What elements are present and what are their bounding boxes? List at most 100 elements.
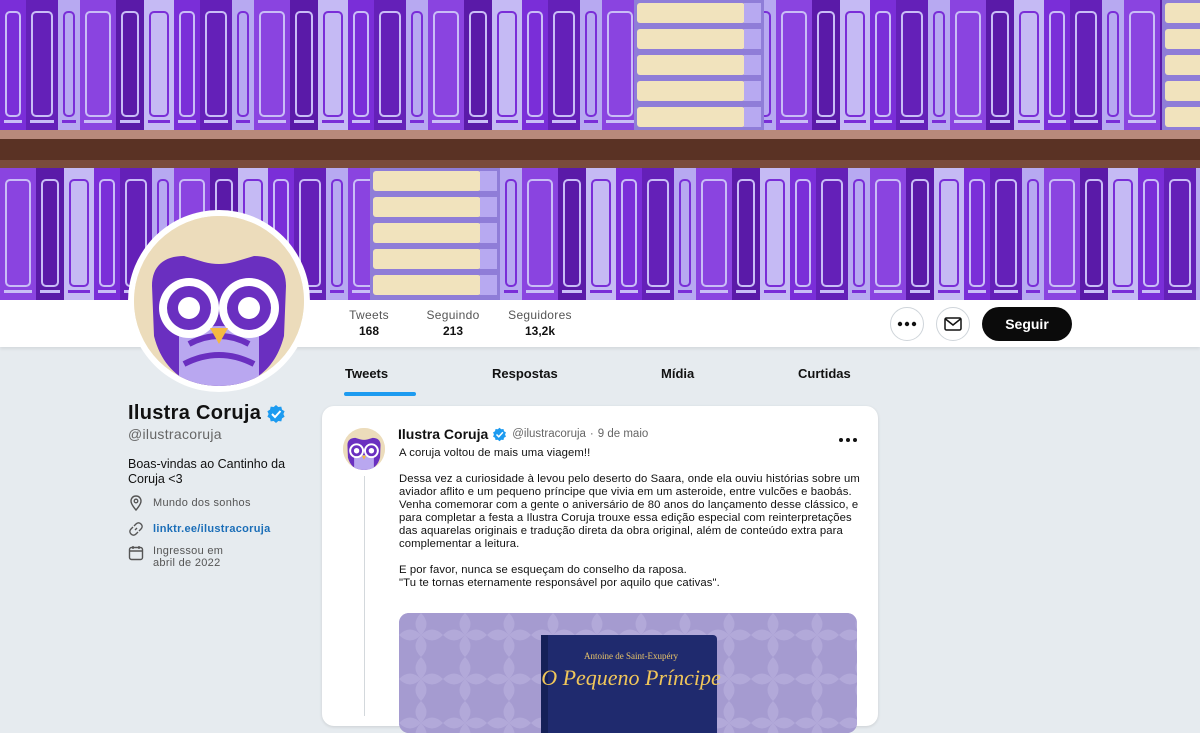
book-spine — [1108, 168, 1138, 300]
profile-link[interactable]: linktr.ee/ilustracoruja — [128, 521, 271, 537]
stat-value: 168 — [358, 324, 380, 338]
avatar[interactable] — [128, 210, 310, 392]
profile-tabs: Tweets Respostas Mídia Curtidas — [322, 352, 878, 396]
stat-label: Seguindo — [426, 308, 480, 322]
book-spine — [432, 120, 460, 123]
tweet-paragraph: A coruja voltou de mais uma viagem!! — [399, 447, 591, 459]
book-spine — [700, 290, 728, 293]
book-spine — [144, 0, 174, 130]
book-spine — [790, 168, 816, 300]
book-spine — [1014, 0, 1044, 130]
book-spine — [1168, 290, 1192, 293]
book-spine — [910, 290, 930, 293]
mail-icon — [944, 317, 962, 331]
book-spine — [232, 0, 254, 130]
book-spine — [1070, 0, 1102, 130]
active-tab-indicator — [344, 392, 416, 396]
book-spine — [1165, 107, 1200, 127]
book-spine — [373, 171, 481, 191]
book-spine — [990, 168, 1022, 300]
tweet-card[interactable]: Ilustra Coruja @ilustracoruja · 9 de mai… — [322, 406, 878, 733]
tab-replies[interactable]: Respostas — [492, 366, 558, 381]
book-title: O Pequeno Príncipe — [541, 665, 721, 690]
book-spine — [68, 290, 90, 293]
tweet-handle[interactable]: @ilustracoruja — [512, 428, 586, 440]
book-spine — [148, 120, 170, 123]
bookshelf-plank — [0, 130, 1200, 168]
book-spine — [318, 0, 348, 130]
more-options-button[interactable] — [890, 307, 924, 341]
tweet-paragraph: Dessa vez a curiosidade à levou pelo des… — [399, 473, 860, 550]
book-spine — [637, 107, 745, 127]
stat-followers[interactable]: Seguidores 13,2k — [500, 308, 580, 338]
book-spine — [200, 0, 232, 130]
book-spine — [562, 290, 582, 293]
book-spine — [590, 290, 612, 293]
book-spine — [480, 275, 497, 295]
owl-logo-icon — [343, 428, 385, 470]
book-spine — [674, 168, 696, 300]
book-spine — [352, 120, 370, 123]
follow-button[interactable]: Seguir — [982, 307, 1072, 341]
book-spine — [1164, 168, 1196, 300]
book-spine — [1165, 81, 1200, 101]
book-spine — [870, 0, 896, 130]
book-spine — [4, 120, 22, 123]
book-spine — [938, 290, 960, 293]
book-spine — [480, 171, 497, 191]
tab-media[interactable]: Mídia — [661, 366, 694, 381]
book-spine — [794, 290, 812, 293]
tab-likes[interactable]: Curtidas — [798, 366, 851, 381]
book-spine — [932, 120, 946, 123]
book-spine — [406, 0, 428, 130]
book-spine — [1048, 290, 1076, 293]
tweet-header: Ilustra Coruja @ilustracoruja · 9 de mai… — [398, 426, 648, 442]
book-spine — [496, 120, 518, 123]
profile-handle: @ilustracoruja — [128, 426, 222, 442]
location-pin-icon — [130, 495, 142, 511]
book-spine — [378, 120, 402, 123]
verified-badge-icon — [493, 427, 507, 441]
book-spine — [816, 120, 836, 123]
book-spine — [468, 120, 488, 123]
book-spine — [236, 120, 250, 123]
tweet-avatar[interactable] — [343, 428, 385, 470]
book-spine — [504, 290, 518, 293]
book-spine — [294, 120, 314, 123]
more-icon — [897, 321, 917, 327]
tab-tweets[interactable]: Tweets — [345, 366, 388, 381]
book-spine — [1165, 55, 1200, 75]
book-spine — [1165, 3, 1200, 23]
book-spine — [954, 120, 982, 123]
thread-line — [364, 476, 365, 716]
book-spine — [580, 0, 602, 130]
book-spine — [64, 168, 94, 300]
book-spine — [373, 197, 481, 217]
book-spine — [500, 168, 522, 300]
book-spine — [744, 107, 761, 127]
profile-name-text: Ilustra Coruja — [128, 402, 262, 424]
book-spine — [1142, 290, 1160, 293]
stat-tweets[interactable]: Tweets 168 — [329, 308, 409, 338]
book-spine — [98, 290, 116, 293]
book-spine — [1138, 168, 1164, 300]
tweet-author[interactable]: Ilustra Coruja — [398, 426, 488, 442]
tweet-more-button[interactable] — [838, 430, 858, 448]
book-spine — [732, 168, 760, 300]
book-spine — [744, 3, 761, 23]
book-spine — [480, 197, 497, 217]
book-spine — [968, 290, 986, 293]
book-spine — [780, 120, 808, 123]
link-text[interactable]: linktr.ee/ilustracoruja — [153, 523, 271, 535]
message-button[interactable] — [936, 307, 970, 341]
book-spine — [204, 120, 228, 123]
book-spine — [1080, 168, 1108, 300]
book-spine — [1102, 0, 1124, 130]
book-spine — [526, 120, 544, 123]
book-spine — [642, 168, 674, 300]
tweet-media-image[interactable]: Antoine de Saint-Exupéry O Pequeno Prínc… — [399, 613, 857, 733]
tweet-date[interactable]: 9 de maio — [598, 428, 649, 440]
book-spine — [852, 290, 866, 293]
stat-following[interactable]: Seguindo 213 — [413, 308, 493, 338]
book-spine — [986, 0, 1014, 130]
